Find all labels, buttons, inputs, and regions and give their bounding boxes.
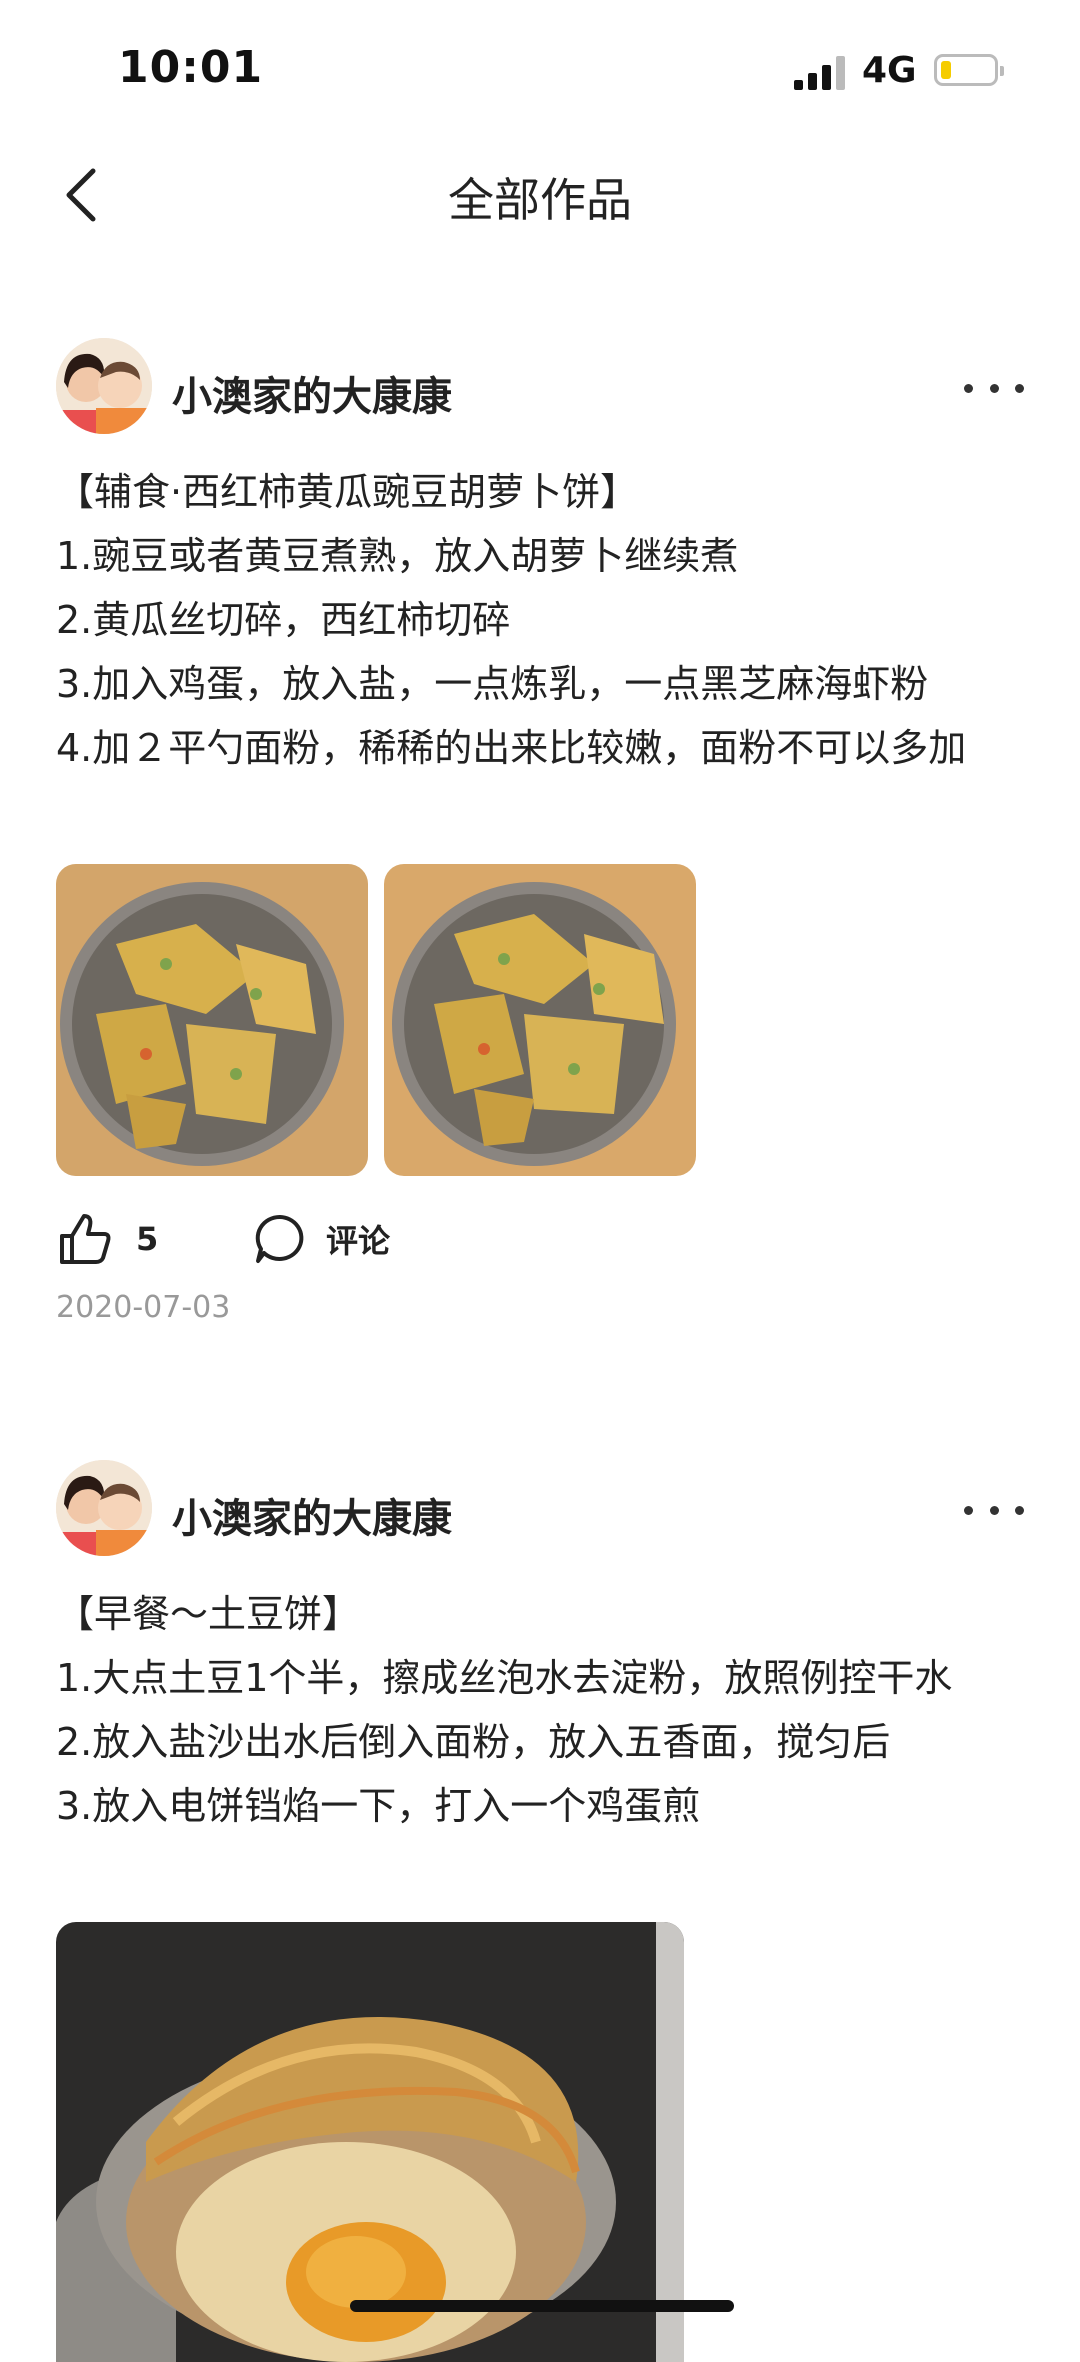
post-photo[interactable]	[56, 1922, 684, 2362]
post-photo[interactable]	[384, 864, 696, 1176]
post-line: 1.豌豆或者黄豆煮熟，放入胡萝卜继续煮	[56, 534, 739, 578]
post-line: 4.加２平勺面粉，稀稀的出来比较嫩，面粉不可以多加	[56, 726, 967, 770]
home-indicator[interactable]	[350, 2300, 734, 2312]
avatar[interactable]	[56, 338, 152, 434]
post-title: 【早餐～土豆饼】	[56, 1592, 361, 1636]
post-header: 小澳家的大康康	[0, 1460, 1080, 1560]
more-icon	[964, 383, 973, 393]
post-title: 【辅食·西红柿黄瓜豌豆胡萝卜饼】	[56, 470, 639, 514]
author-name[interactable]: 小澳家的大康康	[172, 1486, 452, 1544]
post-photo[interactable]	[56, 864, 368, 1176]
post-line: 1.大点土豆1个半，擦成丝泡水去淀粉，放照例控干水	[56, 1656, 953, 1700]
more-button[interactable]	[964, 1490, 1024, 1530]
battery-icon	[934, 54, 1004, 86]
post-actions: 5 评论	[56, 1204, 656, 1274]
post-date: 2020-07-03	[56, 1290, 231, 1325]
network-type: 4G	[862, 50, 917, 91]
comment-icon	[255, 1214, 304, 1263]
post-content: 【辅食·西红柿黄瓜豌豆胡萝卜饼】 1.豌豆或者黄豆煮熟，放入胡萝卜继续煮 2.黄…	[56, 460, 1036, 780]
more-button[interactable]	[964, 368, 1024, 408]
avatar[interactable]	[56, 1460, 152, 1556]
more-icon	[964, 1505, 973, 1515]
post-line: 3.放入电饼铛焰一下，打入一个鸡蛋煎	[56, 1784, 701, 1828]
page-title: 全部作品	[448, 173, 632, 227]
status-time: 10:01	[118, 42, 264, 93]
like-button[interactable]: 5	[56, 1204, 158, 1274]
post-header: 小澳家的大康康	[0, 338, 1080, 438]
post-content: 【早餐～土豆饼】 1.大点土豆1个半，擦成丝泡水去淀粉，放照例控干水 2.放入盐…	[56, 1582, 1036, 1838]
post-line: 2.放入盐沙出水后倒入面粉，放入五香面，搅匀后	[56, 1720, 891, 1764]
post-line: 2.黄瓜丝切碎，西红柿切碎	[56, 598, 511, 642]
comment-button[interactable]: 评论	[252, 1204, 390, 1274]
author-name[interactable]: 小澳家的大康康	[172, 364, 452, 422]
nav-bar: 全部作品	[0, 140, 1080, 250]
status-bar: 10:01 4G	[0, 0, 1080, 140]
like-icon	[60, 1214, 111, 1264]
signal-icon	[794, 56, 848, 90]
like-count: 5	[136, 1220, 159, 1258]
post-line: 3.加入鸡蛋，放入盐，一点炼乳，一点黑芝麻海虾粉	[56, 662, 929, 706]
comment-label: 评论	[326, 1222, 391, 1260]
